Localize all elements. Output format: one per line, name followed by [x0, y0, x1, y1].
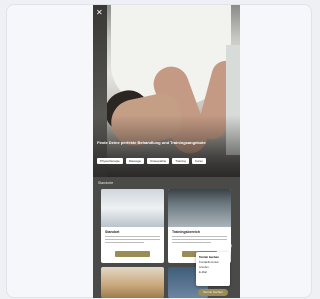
category-chips: Physiotherapie Massage Osteopathie Train… [97, 158, 237, 164]
popup-item[interactable]: E-Mail [199, 270, 227, 275]
close-icon[interactable]: × [229, 244, 235, 250]
location-text [105, 236, 160, 244]
close-icon[interactable]: ✕ [96, 8, 106, 18]
chip[interactable]: Massage [125, 158, 145, 164]
chip[interactable]: Physiotherapie [97, 158, 123, 164]
section-title: Standorte [98, 181, 114, 185]
hero-caption: Finde Deine perfekte Behandlung und Trai… [97, 140, 206, 145]
location-title: Trainingsbereich [172, 230, 201, 234]
book-appointment-button[interactable]: Termin buchen [198, 289, 228, 296]
location-title: Standort [105, 230, 120, 234]
hero-image [93, 5, 240, 177]
location-button[interactable] [115, 251, 150, 257]
chip[interactable]: Training [172, 158, 189, 164]
location-image [168, 189, 231, 227]
contact-popup: Termin buchen Kontaktformular Anrufen E-… [196, 252, 230, 286]
chip[interactable]: Osteopathie [147, 158, 170, 164]
location-card[interactable]: Standort [101, 189, 164, 263]
location-image [101, 189, 164, 227]
chip[interactable]: Kurse [191, 158, 206, 164]
location-text [172, 236, 227, 244]
location-card-image[interactable] [101, 267, 164, 298]
